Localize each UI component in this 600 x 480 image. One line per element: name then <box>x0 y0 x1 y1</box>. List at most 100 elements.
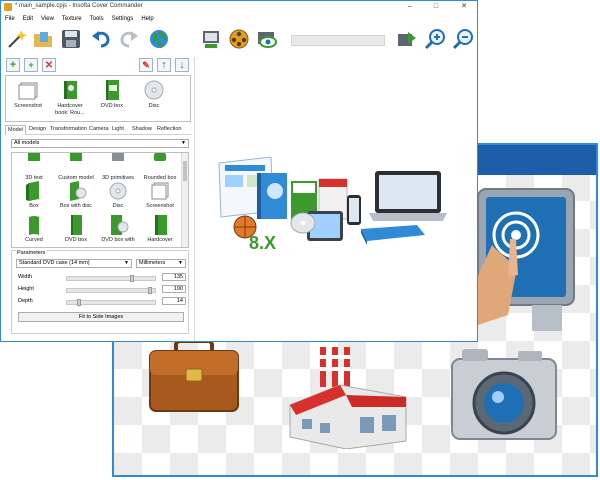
width-slider[interactable] <box>66 275 156 282</box>
wizard-button[interactable] <box>5 27 29 51</box>
object-item[interactable]: Disc <box>134 79 174 110</box>
close-button[interactable]: ✕ <box>451 1 477 13</box>
zoom-in-button[interactable] <box>423 27 447 51</box>
render-image-icon <box>203 31 219 48</box>
gallery-label: Box <box>29 203 39 209</box>
gallery-item[interactable]: Curved <box>14 215 54 244</box>
menu-edit[interactable]: Edit <box>23 14 33 24</box>
gallery-item[interactable]: DVD box with <box>98 215 138 244</box>
menu-view[interactable]: View <box>41 14 54 24</box>
menu-tools[interactable]: Tools <box>90 14 104 24</box>
open-button[interactable] <box>31 27 55 51</box>
height-input[interactable]: 190 <box>162 285 186 293</box>
slider-knob[interactable] <box>130 275 134 282</box>
zoom-out-icon <box>452 29 473 50</box>
model-category-select[interactable]: All models ▼ <box>11 139 189 148</box>
dvd-box-icon <box>71 215 82 235</box>
disc-image <box>290 212 316 234</box>
gallery-item[interactable]: Custom model <box>56 153 96 182</box>
preset-select[interactable]: Standard DVD case (14 mm) ▼ <box>16 259 132 268</box>
3d-primitives-icon <box>112 153 124 161</box>
depth-slider[interactable] <box>66 299 156 306</box>
units-select[interactable]: Millimeters ▼ <box>136 259 186 268</box>
zoom-out-button[interactable] <box>451 27 475 51</box>
camera-icon <box>451 349 557 440</box>
window-title: * main_sample.cpjs - Insofta Cover Comma… <box>15 3 143 9</box>
menu-file[interactable]: File <box>5 14 15 24</box>
menu-help[interactable]: Help <box>141 14 153 24</box>
property-tabs: Model Design Transformation Camera Light… <box>5 125 191 135</box>
width-input[interactable]: 135 <box>162 273 186 281</box>
gallery-item[interactable]: Box with disc <box>56 181 96 210</box>
tab-model[interactable]: Model <box>5 125 26 135</box>
minimize-button[interactable]: – <box>397 1 423 13</box>
menu-bar: File Edit View Texture Tools Settings He… <box>1 14 477 24</box>
laptop-image <box>369 171 447 221</box>
slider-knob[interactable] <box>148 287 152 294</box>
maximize-button[interactable]: □ <box>423 1 449 13</box>
dvd-box-image <box>257 173 287 219</box>
add-object-button[interactable]: + <box>6 58 20 72</box>
web-button[interactable] <box>147 27 171 51</box>
gallery-item[interactable]: Screenshot <box>140 181 180 210</box>
tab-light[interactable]: Light <box>110 125 126 134</box>
gallery-item[interactable]: 3D text <box>14 153 54 182</box>
gallery-item[interactable]: Disc <box>98 181 138 210</box>
undo-button[interactable] <box>89 27 113 51</box>
save-button[interactable] <box>59 27 83 51</box>
move-down-button[interactable]: ↓ <box>175 58 189 72</box>
scrollbar-thumb[interactable] <box>183 161 187 181</box>
render-image-button[interactable] <box>199 27 223 51</box>
export-button[interactable] <box>395 27 419 51</box>
tab-transformation[interactable]: Transformation <box>48 125 89 134</box>
add-copy-button[interactable]: + <box>24 58 38 72</box>
app-logo-icon <box>4 3 12 11</box>
redo-button[interactable] <box>117 27 141 51</box>
render-animation-button[interactable] <box>227 27 251 51</box>
edit-object-button[interactable]: ✎ <box>139 58 153 72</box>
briefcase-icon <box>149 339 239 412</box>
zoom-in-icon <box>424 29 445 50</box>
object-item[interactable]: DVD box <box>92 79 132 110</box>
main-toolbar <box>1 25 477 55</box>
tab-design[interactable]: Design <box>27 125 48 134</box>
units-value: Millimeters <box>139 260 166 266</box>
plus-icon: + <box>9 59 17 71</box>
slider-knob[interactable] <box>77 299 81 306</box>
chevron-down-icon: ▼ <box>181 140 186 146</box>
pencil-icon: ✎ <box>142 59 150 70</box>
progress-field <box>291 35 385 46</box>
object-item[interactable]: Hardcover book: Rou... <box>50 79 90 117</box>
depth-input[interactable]: 14 <box>162 297 186 305</box>
export-icon <box>398 32 416 46</box>
object-item[interactable]: Screenshot <box>8 79 48 110</box>
delete-object-button[interactable]: ✕ <box>42 58 56 72</box>
move-up-button[interactable]: ↑ <box>157 58 171 72</box>
hardcover-book-icon <box>64 81 77 99</box>
panel-splitter[interactable] <box>194 57 195 341</box>
curved-icon <box>29 216 39 235</box>
object-label: DVD box <box>100 103 123 109</box>
tab-reflection[interactable]: Reflection <box>155 125 183 134</box>
tab-shadow[interactable]: Shadow <box>130 125 154 134</box>
height-label: Height <box>18 286 34 292</box>
dvd-box-with-disc-icon <box>111 215 129 235</box>
preview-button[interactable] <box>255 27 279 51</box>
hardcover-icon <box>155 215 167 235</box>
gallery-item[interactable]: DVD box <box>56 215 96 244</box>
gallery-item[interactable]: Rounded box <box>140 153 180 182</box>
version-badge: 8.X <box>249 233 276 253</box>
fit-to-side-images-button[interactable]: Fit to Side Images <box>18 312 184 322</box>
object-label: Disc <box>148 103 160 109</box>
gallery-item[interactable]: 3D primitives <box>98 153 138 182</box>
gallery-item[interactable]: Hardcover <box>140 215 180 244</box>
menu-texture[interactable]: Texture <box>62 14 82 24</box>
gallery-scrollbar[interactable] <box>181 153 188 247</box>
height-slider[interactable] <box>66 287 156 294</box>
objects-list: Screenshot Hardcover book: Rou... DVD bo… <box>5 75 191 122</box>
gallery-item[interactable]: Box <box>14 181 54 210</box>
tab-camera[interactable]: Camera <box>87 125 111 134</box>
left-panel: + + ✕ ✎ ↑ ↓ Screenshot Hardcover book: R… <box>5 57 191 341</box>
menu-settings[interactable]: Settings <box>112 14 134 24</box>
custom-model-icon <box>70 153 82 161</box>
